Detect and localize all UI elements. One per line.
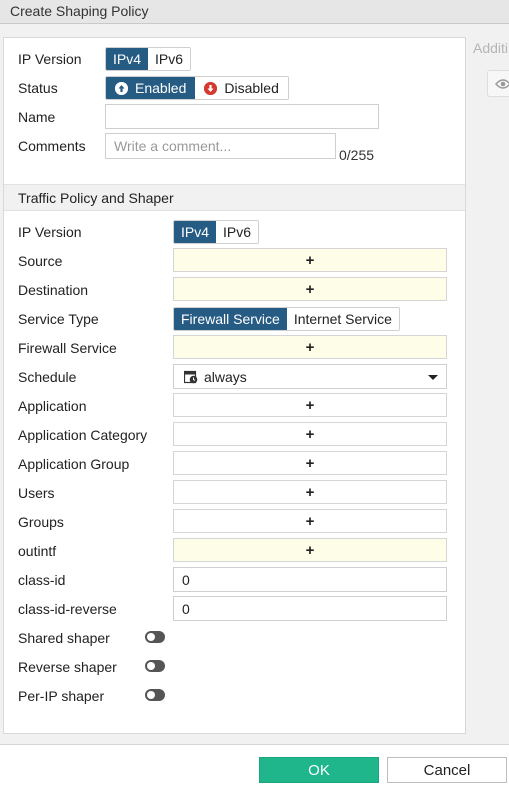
- status-disabled-label: Disabled: [224, 80, 279, 96]
- plus-icon: +: [305, 541, 315, 559]
- ip-version-label: IP Version: [18, 51, 82, 67]
- firewall-service-label: Firewall Service: [18, 340, 117, 356]
- name-input[interactable]: [105, 104, 379, 129]
- calendar-clock-icon: [184, 370, 198, 384]
- schedule-label: Schedule: [18, 369, 77, 385]
- status-toggle: Enabled Disabled: [105, 76, 289, 100]
- reverse-shaper-toggle[interactable]: [145, 660, 165, 672]
- eye-icon: [495, 79, 509, 89]
- plus-icon: +: [305, 251, 315, 269]
- application-group-label: Application Group: [18, 456, 130, 472]
- source-label: Source: [18, 253, 63, 269]
- plus-icon: +: [305, 483, 315, 501]
- dialog-titlebar: Create Shaping Policy: [0, 0, 509, 24]
- arrow-down-circle-icon: [204, 81, 218, 95]
- comments-char-counter: 0/255: [339, 147, 375, 163]
- schedule-value: always: [204, 369, 247, 385]
- ip-version-ipv4-option[interactable]: IPv4: [106, 48, 149, 70]
- reverse-shaper-label: Reverse shaper: [18, 659, 117, 675]
- cancel-button[interactable]: Cancel: [387, 757, 507, 783]
- application-category-picker[interactable]: +: [173, 422, 447, 446]
- section-ip-version-ipv4-option[interactable]: IPv4: [174, 221, 217, 243]
- users-picker[interactable]: +: [173, 480, 447, 504]
- status-enabled-label: Enabled: [135, 80, 187, 96]
- users-label: Users: [18, 485, 55, 501]
- name-label: Name: [18, 109, 56, 125]
- application-picker[interactable]: +: [173, 393, 447, 417]
- eye-button[interactable]: [487, 70, 509, 97]
- class-id-reverse-input[interactable]: [173, 596, 447, 621]
- destination-label: Destination: [18, 282, 89, 298]
- class-id-reverse-label: class-id-reverse: [18, 601, 117, 617]
- section-ip-version-toggle: IPv4 IPv6: [173, 220, 260, 244]
- outintf-label: outintf: [18, 543, 57, 559]
- firewall-service-picker[interactable]: +: [173, 335, 447, 359]
- outintf-picker[interactable]: +: [173, 538, 447, 562]
- plus-icon: +: [305, 512, 315, 530]
- plus-icon: +: [305, 338, 315, 356]
- service-type-firewall-option[interactable]: Firewall Service: [174, 308, 287, 330]
- service-type-label: Service Type: [18, 311, 99, 327]
- traffic-policy-section-header: Traffic Policy and Shaper: [4, 184, 465, 211]
- class-id-label: class-id: [18, 572, 66, 588]
- shared-shaper-label: Shared shaper: [18, 630, 110, 646]
- service-type-toggle: Firewall Service Internet Service: [173, 307, 400, 331]
- arrow-up-circle-icon: [115, 81, 128, 95]
- destination-picker[interactable]: +: [173, 277, 447, 301]
- ip-version-toggle: IPv4 IPv6: [105, 47, 192, 71]
- comments-textarea[interactable]: [105, 133, 336, 159]
- section-ip-version-ipv6-option[interactable]: IPv6: [216, 221, 259, 243]
- per-ip-shaper-label: Per-IP shaper: [18, 688, 105, 704]
- status-label: Status: [18, 80, 58, 96]
- status-disabled-option[interactable]: Disabled: [195, 77, 288, 99]
- status-enabled-option[interactable]: Enabled: [106, 77, 196, 99]
- service-type-internet-option[interactable]: Internet Service: [286, 308, 399, 330]
- application-label: Application: [18, 398, 87, 414]
- application-category-label: Application Category: [18, 427, 148, 443]
- section-ip-version-label: IP Version: [18, 224, 82, 240]
- application-group-picker[interactable]: +: [173, 451, 447, 475]
- plus-icon: +: [305, 396, 315, 414]
- per-ip-shaper-toggle[interactable]: [145, 689, 165, 701]
- class-id-input[interactable]: [173, 567, 447, 592]
- dialog-title: Create Shaping Policy: [10, 3, 149, 19]
- ip-version-ipv6-option[interactable]: IPv6: [148, 48, 191, 70]
- additional-info-label: Additi: [473, 40, 509, 56]
- groups-label: Groups: [18, 514, 64, 530]
- section-title: Traffic Policy and Shaper: [18, 190, 174, 206]
- plus-icon: +: [305, 280, 315, 298]
- schedule-select[interactable]: always: [173, 364, 447, 389]
- comments-label: Comments: [18, 138, 86, 154]
- source-picker[interactable]: +: [173, 248, 447, 272]
- plus-icon: +: [305, 425, 315, 443]
- shared-shaper-toggle[interactable]: [145, 631, 165, 643]
- plus-icon: +: [305, 454, 315, 472]
- chevron-down-icon: [428, 375, 438, 380]
- groups-picker[interactable]: +: [173, 509, 447, 533]
- ok-button[interactable]: OK: [259, 757, 379, 783]
